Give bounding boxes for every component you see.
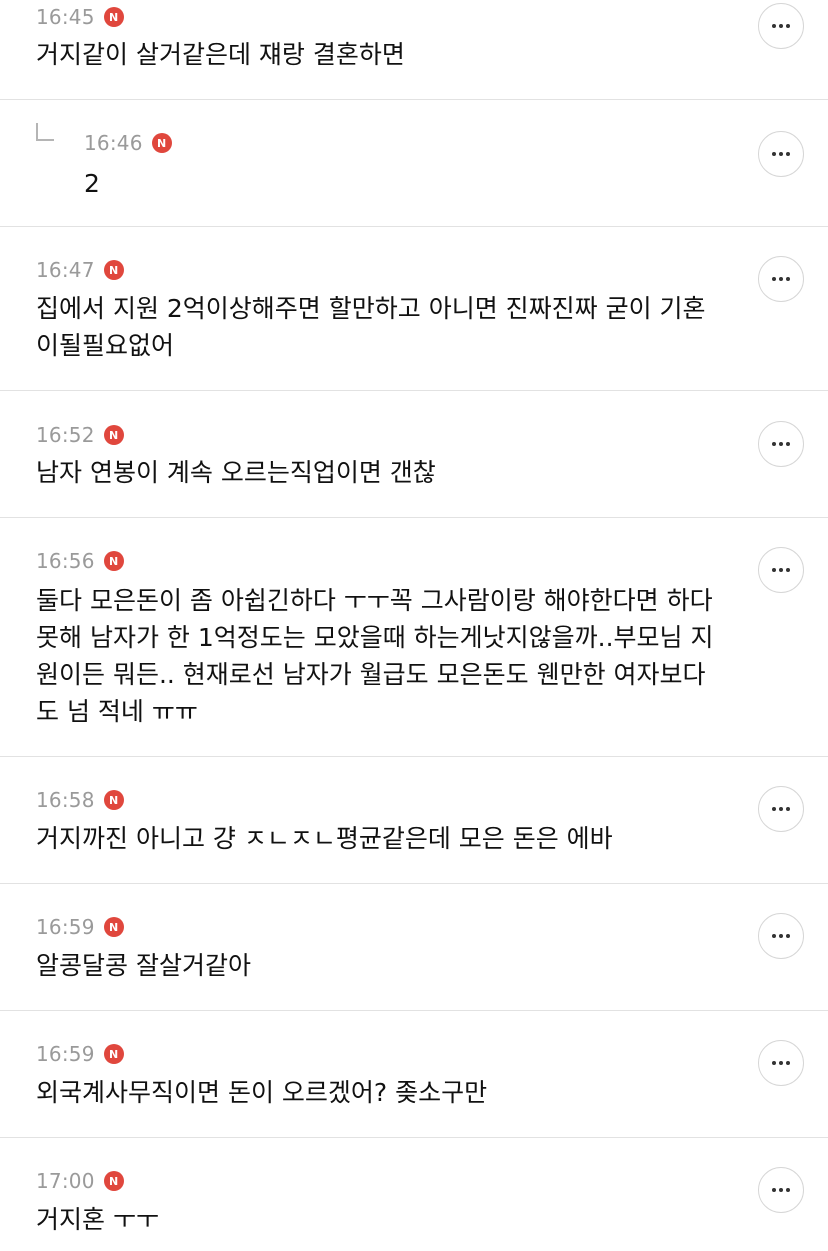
comment-item: 16:45 N 거지같이 살거같은데 쟤랑 결혼하면 bbox=[0, 0, 828, 100]
more-options-button[interactable] bbox=[758, 1040, 804, 1086]
new-badge: N bbox=[103, 7, 124, 27]
more-options-icon bbox=[772, 1188, 776, 1192]
more-options-icon-dot bbox=[779, 152, 783, 156]
comment-meta: 16:59 N bbox=[36, 915, 124, 939]
comment-text: 남자 연봉이 계속 오르는직업이면 갠찮 bbox=[36, 458, 436, 487]
comment-time: 16:59 bbox=[36, 915, 95, 939]
comment-text: 거지혼 ㅜㅜ bbox=[36, 1205, 159, 1234]
more-options-button[interactable] bbox=[758, 913, 804, 959]
more-options-button[interactable] bbox=[758, 256, 804, 302]
more-options-button[interactable] bbox=[758, 3, 804, 49]
comment-meta: 16:56 N bbox=[36, 549, 124, 573]
comment-time: 17:00 bbox=[36, 1169, 95, 1193]
more-options-icon bbox=[772, 442, 776, 446]
more-options-icon bbox=[772, 934, 776, 938]
new-badge: N bbox=[103, 551, 124, 571]
more-options-icon-dot bbox=[786, 807, 790, 811]
new-badge: N bbox=[103, 425, 124, 445]
more-options-icon-dot bbox=[786, 24, 790, 28]
comment-text: 2 bbox=[84, 169, 100, 198]
comment-item: 16:52 N 남자 연봉이 계속 오르는직업이면 갠찮 bbox=[0, 391, 828, 518]
reply-comment-item: 16:46 N 2 bbox=[0, 100, 828, 227]
new-badge: N bbox=[103, 260, 124, 280]
comment-item: 16:58 N 거지까진 아니고 걍 ㅈㄴㅈㄴ평균같은데 모은 돈은 에바 bbox=[0, 757, 828, 884]
comment-time: 16:56 bbox=[36, 549, 95, 573]
more-options-icon-dot bbox=[786, 152, 790, 156]
comment-list: 16:45 N 거지같이 살거같은데 쟤랑 결혼하면 16:46 N 2 16:… bbox=[0, 0, 828, 1251]
more-options-button[interactable] bbox=[758, 786, 804, 832]
comment-meta: 16:59 N bbox=[36, 1042, 124, 1066]
more-options-icon-dot bbox=[786, 277, 790, 281]
comment-item: 16:59 N 외국계사무직이면 돈이 오르겠어? 좆소구만 bbox=[0, 1011, 828, 1138]
comment-time: 16:52 bbox=[36, 423, 95, 447]
comment-item: 16:56 N 둘다 모은돈이 좀 아쉽긴하다 ㅜㅜ꼭 그사람이랑 해야한다면 … bbox=[0, 518, 828, 757]
more-options-button[interactable] bbox=[758, 421, 804, 467]
comment-text: 외국계사무직이면 돈이 오르겠어? 좆소구만 bbox=[36, 1078, 488, 1107]
more-options-icon-dot bbox=[779, 1188, 783, 1192]
more-options-button[interactable] bbox=[758, 131, 804, 177]
more-options-icon bbox=[772, 152, 776, 156]
comment-meta: 16:47 N bbox=[36, 258, 124, 282]
more-options-icon-dot bbox=[786, 568, 790, 572]
comment-meta: 16:46 N bbox=[84, 131, 172, 155]
comment-text: 둘다 모은돈이 좀 아쉽긴하다 ㅜㅜ꼭 그사람이랑 해야한다면 하다 못해 남자… bbox=[36, 586, 714, 726]
more-options-button[interactable] bbox=[758, 547, 804, 593]
more-options-icon-dot bbox=[786, 1188, 790, 1192]
more-options-icon-dot bbox=[779, 934, 783, 938]
more-options-button[interactable] bbox=[758, 1167, 804, 1213]
more-options-icon bbox=[772, 277, 776, 281]
more-options-icon-dot bbox=[786, 934, 790, 938]
more-options-icon bbox=[772, 568, 776, 572]
comment-time: 16:46 bbox=[84, 131, 143, 155]
more-options-icon bbox=[772, 24, 776, 28]
comment-text: 알콩달콩 잘살거같아 bbox=[36, 951, 251, 980]
new-badge: N bbox=[103, 1171, 124, 1191]
more-options-icon bbox=[772, 807, 776, 811]
comment-meta: 17:00 N bbox=[36, 1169, 124, 1193]
new-badge: N bbox=[103, 917, 124, 937]
comment-time: 16:59 bbox=[36, 1042, 95, 1066]
comment-meta: 16:58 N bbox=[36, 788, 124, 812]
comment-item: 16:59 N 알콩달콩 잘살거같아 bbox=[0, 884, 828, 1011]
more-options-icon-dot bbox=[779, 24, 783, 28]
comment-meta: 16:52 N bbox=[36, 423, 124, 447]
comment-meta: 16:45 N bbox=[36, 5, 124, 29]
comment-time: 16:45 bbox=[36, 5, 95, 29]
more-options-icon-dot bbox=[786, 442, 790, 446]
more-options-icon-dot bbox=[779, 807, 783, 811]
new-badge: N bbox=[103, 1044, 124, 1064]
comment-time: 16:47 bbox=[36, 258, 95, 282]
new-badge: N bbox=[151, 133, 172, 153]
more-options-icon-dot bbox=[779, 568, 783, 572]
reply-arrow-icon bbox=[36, 123, 54, 141]
comment-text: 거지같이 살거같은데 쟤랑 결혼하면 bbox=[36, 40, 405, 69]
more-options-icon bbox=[772, 1061, 776, 1065]
more-options-icon-dot bbox=[779, 1061, 783, 1065]
comment-item: 16:47 N 집에서 지원 2억이상해주면 할만하고 아니면 진짜진짜 굳이 … bbox=[0, 227, 828, 391]
comment-time: 16:58 bbox=[36, 788, 95, 812]
more-options-icon-dot bbox=[786, 1061, 790, 1065]
more-options-icon-dot bbox=[779, 442, 783, 446]
comment-text: 집에서 지원 2억이상해주면 할만하고 아니면 진짜진짜 굳이 기혼 이될필요없… bbox=[36, 294, 706, 360]
more-options-icon-dot bbox=[779, 277, 783, 281]
new-badge: N bbox=[103, 790, 124, 810]
comment-text: 거지까진 아니고 걍 ㅈㄴㅈㄴ평균같은데 모은 돈은 에바 bbox=[36, 824, 613, 853]
comment-item: 17:00 N 거지혼 ㅜㅜ bbox=[0, 1138, 828, 1251]
